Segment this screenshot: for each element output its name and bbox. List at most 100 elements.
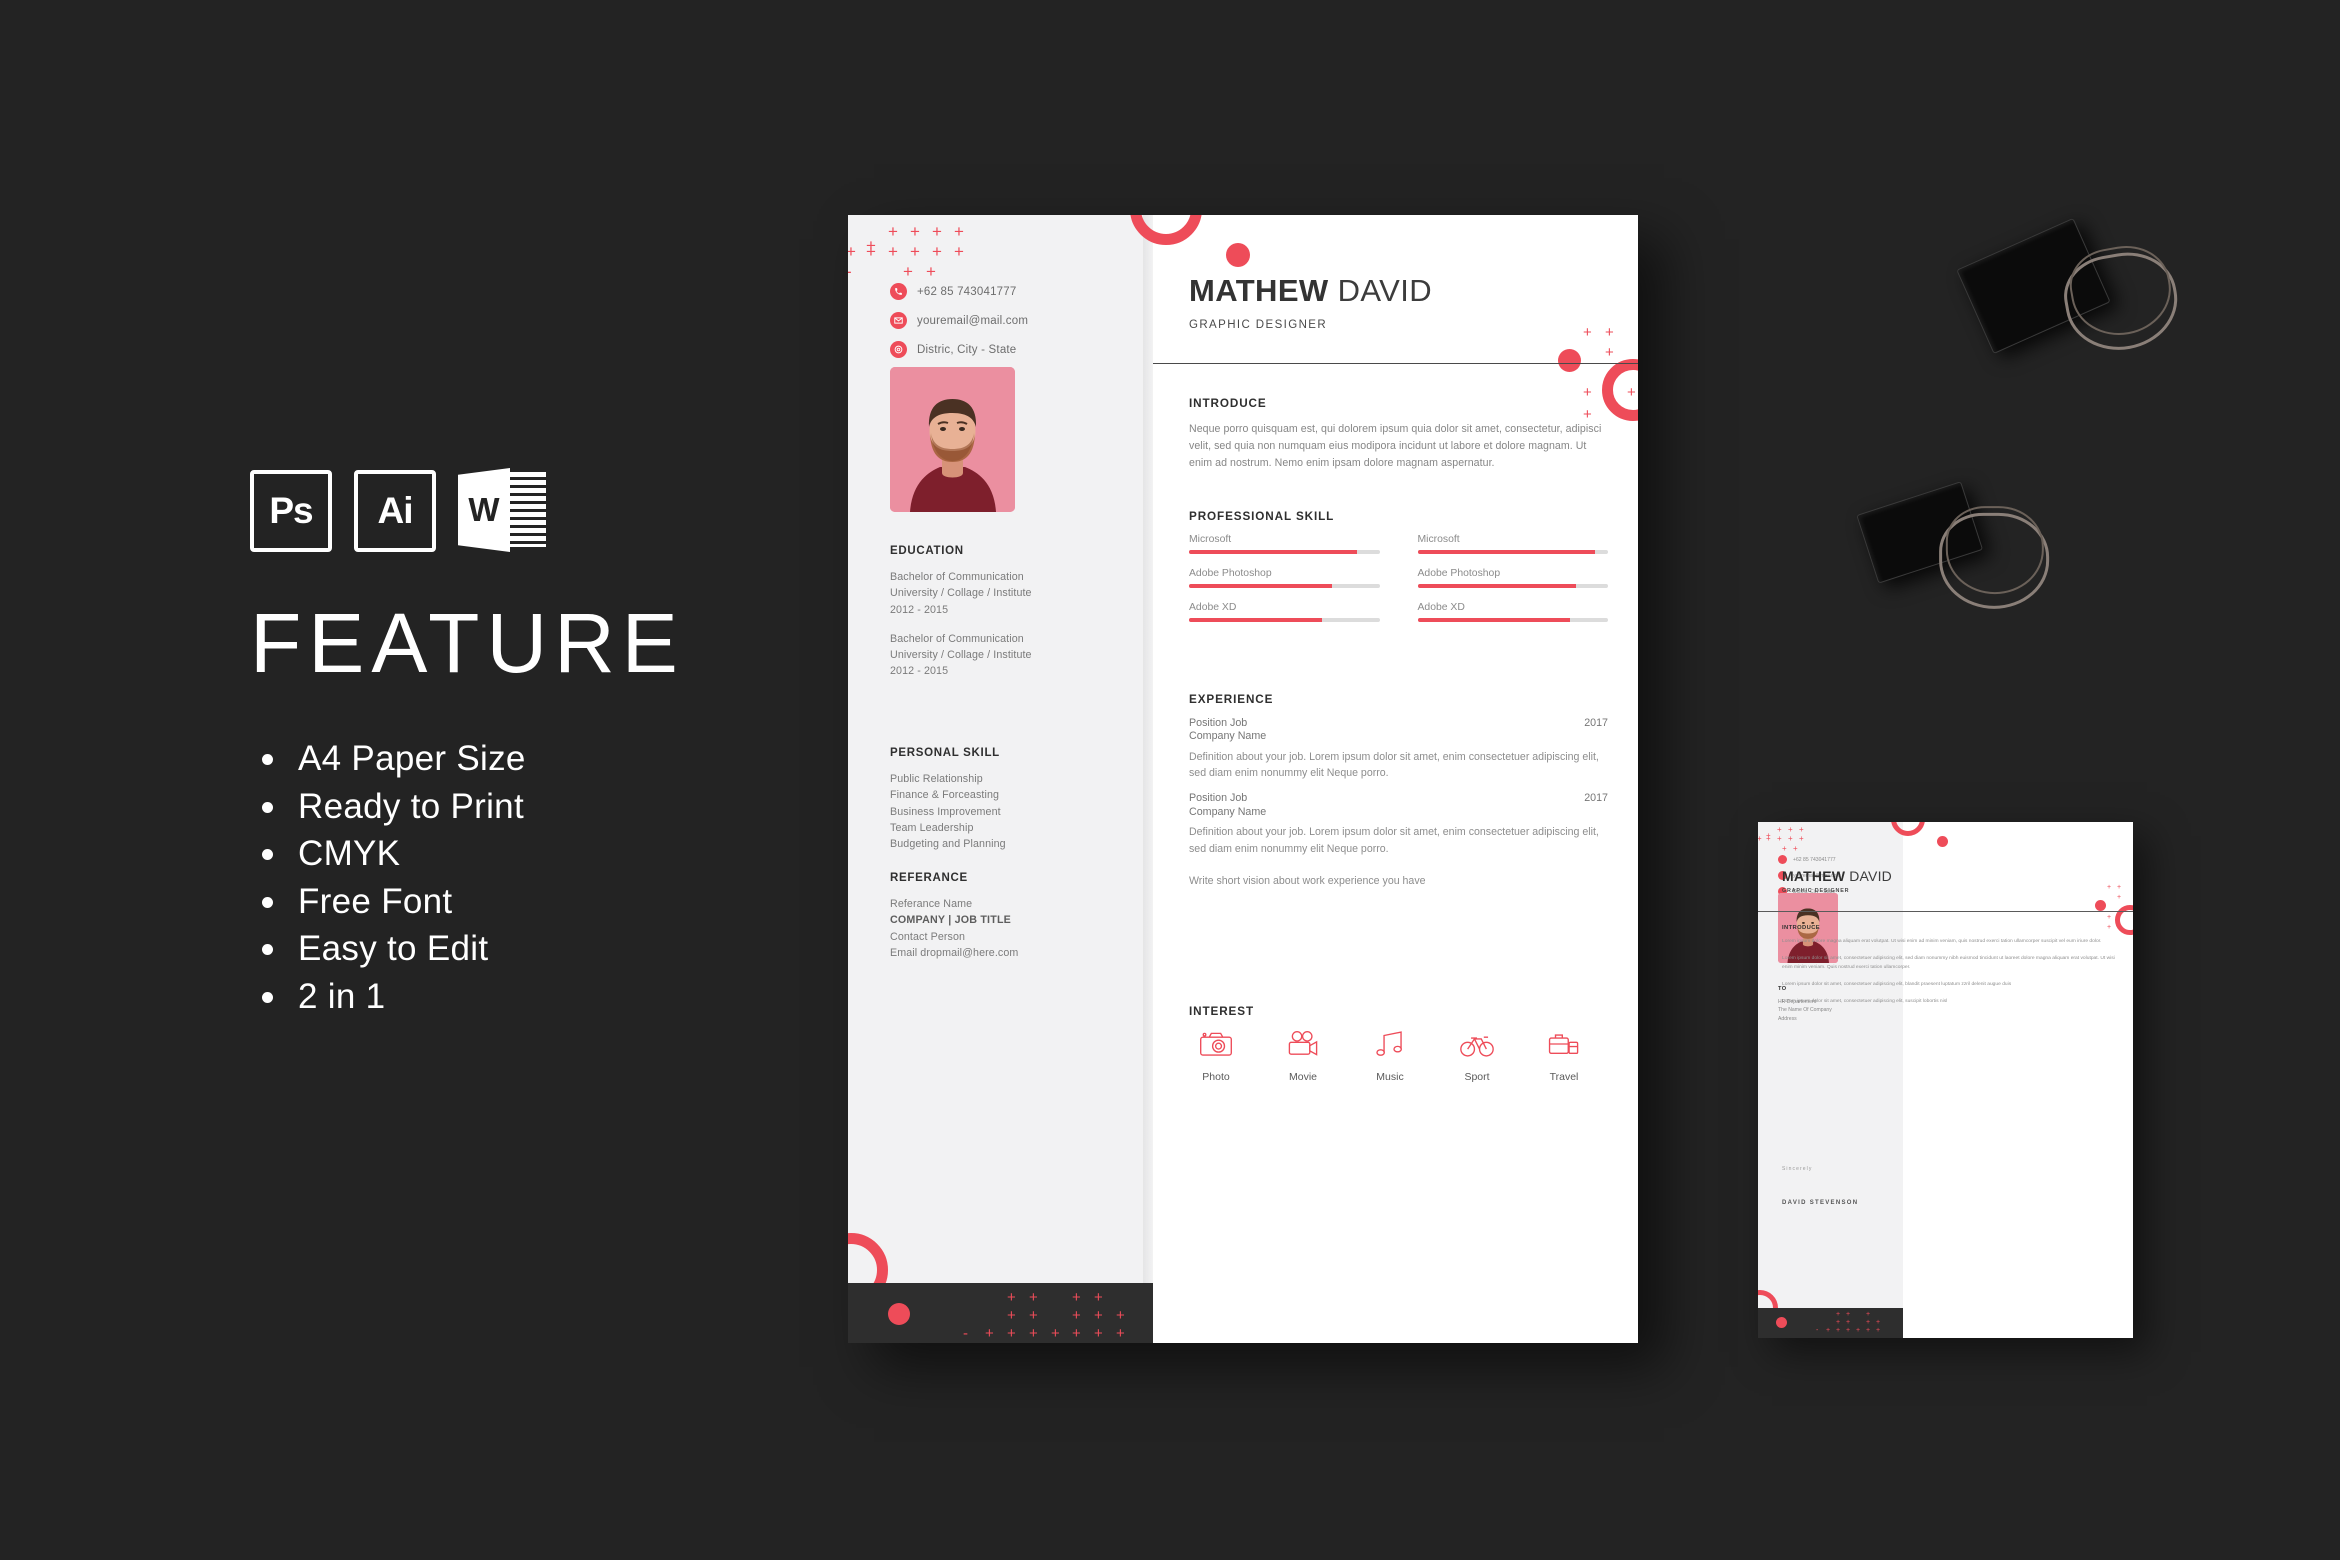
list-item: Budgeting and Planning [890,838,1006,851]
education-entry: Bachelor of Communication University / C… [890,631,1120,680]
experience-position-block: Position Job Company Name [1189,792,1266,819]
referance-name: Referance Name [890,898,973,910]
referance-title: REFERANCE [890,872,968,884]
movie-camera-icon [1288,1030,1318,1056]
experience-year: 2017 [1584,792,1608,805]
word-badge-label: W [458,468,510,552]
list-item: Team Leadership [890,821,974,834]
education-school: University / Collage / Institute [890,587,1032,600]
skill-bar [1189,618,1380,622]
interest-label: Sport [1464,1071,1490,1083]
list-item: Finance & Forceasting [890,789,1000,802]
education-degree: Bachelor of Communication [890,632,1024,645]
contact-location: Distric, City - State [890,341,1028,358]
referance-company: COMPANY | JOB TITLE [890,914,1011,927]
skill-bar-fill [1417,550,1595,554]
experience-vision: Write short vision about work experience… [1189,874,1426,887]
footer-dot [888,1303,910,1325]
skill-label: Adobe Photoshop [1417,568,1501,579]
experience-position: Position Job [1189,717,1248,729]
introduce-title: INTRODUCE [1189,397,1267,410]
professional-skill-section: PROFESSIONAL SKILL Microsoft Adobe Photo… [1189,510,1608,636]
experience-year: 2017 [1584,717,1608,729]
experience-description: Definition about your job. Lorem ipsum d… [1189,825,1599,855]
interest-label: Travel [1549,1071,1579,1083]
music-note-icon [1376,1031,1402,1056]
suitcase-icon [1548,1034,1579,1055]
envelope-icon [890,312,907,329]
letter-name-light: DAVID [1849,868,1892,884]
letter-name-bold: MATHEW [1782,868,1846,884]
interest-photo: Photo [1189,1029,1243,1083]
interest-music: Music [1363,1029,1417,1083]
skill-bar [1417,618,1608,622]
skill-bar [1189,584,1380,588]
skill-row: Microsoft [1189,534,1380,554]
letter-signer: DAVID STEVENSON [1782,1200,1859,1206]
name-light: DAVID [1337,273,1433,308]
letter-to-line: Address [1778,1015,1797,1022]
resume-document: + + + + + + + + + + + - + + + + + + + + … [848,215,1638,1343]
skill-row: Adobe Photoshop [1417,568,1608,588]
experience-company: Company Name [1189,730,1267,743]
skill-label: Adobe XD [1189,602,1237,613]
personal-skill-section: PERSONAL SKILL Public Relationship Finan… [890,747,1120,852]
experience-heading: Position Job Company Name 2017 [1189,717,1608,744]
interest-icons: Photo Movie Music Sport Travel [1189,1029,1608,1083]
contact-location-text: Distric, City - State [917,343,1017,356]
photoshop-badge-label: Ps [269,490,313,531]
skill-bar-fill [1189,618,1323,622]
experience-position: Position Job [1189,792,1248,805]
introduce-section: INTRODUCE Neque porro quisquam est, qui … [1189,397,1608,472]
portrait-illustration [890,367,1015,512]
list-item: CMYK [250,830,810,878]
education-years: 2012 - 2015 [890,603,949,616]
letter-paragraph: Lorem ipsum dolor sit amet, consectetuer… [1782,955,2115,970]
software-badges: Ps Ai W [250,468,810,555]
photoshop-badge: Ps [250,470,332,552]
skill-row: Microsoft [1417,534,1608,554]
skill-bar [1417,584,1608,588]
letter-header-divider [1758,911,2133,912]
contact-phone-text: +62 85 743041777 [917,285,1017,298]
education-section: EDUCATION Bachelor of Communication Univ… [890,545,1120,693]
skill-row: Adobe Photoshop [1189,568,1380,588]
experience-position-block: Position Job Company Name [1189,717,1266,744]
skill-bar-fill [1417,618,1570,622]
name-bold: MATHEW [1189,273,1329,308]
phone-icon [1778,855,1787,864]
skill-row: Adobe XD [1417,602,1608,622]
experience-item: Position Job Company Name 2017 Definitio… [1189,717,1608,782]
letter-sidebar-footer: + + + + + + + - + + + + + + [1758,1308,1903,1338]
letter-paragraph: Lorem ipsum dolor sit amet, consectetuer… [1782,998,1948,1004]
letter-page-title: MATHEW DAVID [1782,868,1892,884]
education-degree: Bachelor of Communication [890,571,1024,583]
page-title: MATHEW DAVID [1189,275,1432,306]
contact-phone: +62 85 743041777 [890,283,1028,300]
skill-label: Microsoft [1189,534,1232,545]
skill-label: Adobe XD [1417,602,1465,613]
interest-movie: Movie [1276,1029,1330,1083]
interest-section: INTEREST Photo Movie Music Sport Travel [1189,1005,1608,1083]
promo-panel: Ps Ai W FEATURE A4 Paper Size Ready to P… [250,468,810,1110]
skill-bar [1189,550,1380,554]
experience-description: Definition about your job. Lorem ipsum d… [1189,750,1599,780]
letter-job-role: GRAPHIC DESIGNER [1782,888,1850,894]
letter-contact-phone-text: +62 85 743041777 [1793,856,1836,863]
skill-column-left: Microsoft Adobe Photoshop Adobe XD [1189,534,1380,636]
word-badge: W [458,468,546,552]
introduce-body: Neque porro quisquam est, qui dolorem ip… [1189,423,1602,470]
binder-clip-top [1956,176,2243,443]
list-item: Free Font [250,878,810,926]
location-pin-icon [890,341,907,358]
interest-title: INTEREST [1189,1005,1254,1018]
letter-footer-dot [1776,1317,1787,1328]
interest-label: Music [1376,1071,1404,1083]
skill-row: Adobe XD [1189,602,1380,622]
referance-contact: Contact Person [890,930,966,943]
experience-title: EXPERIENCE [1189,693,1274,706]
resume-header: MATHEW DAVID GRAPHIC DESIGNER [1189,275,1432,331]
interest-label: Photo [1202,1071,1230,1083]
education-years: 2012 - 2015 [890,665,949,678]
list-item: 2 in 1 [250,973,810,1021]
